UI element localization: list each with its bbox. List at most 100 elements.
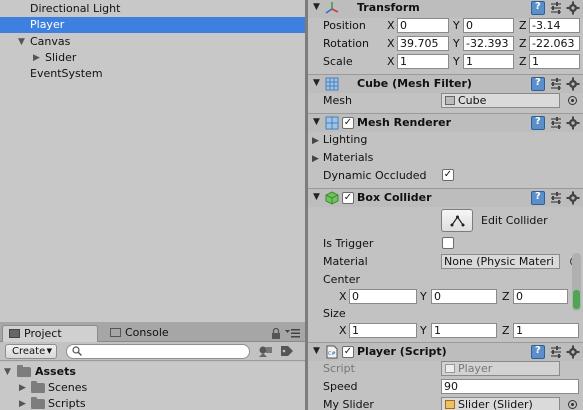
preset-sliders-icon[interactable] — [549, 191, 563, 205]
tab-project[interactable]: Project — [2, 325, 98, 342]
component-title: Transform — [357, 1, 420, 14]
materials-foldout[interactable]: ▶ Materials — [312, 151, 373, 164]
rotation-x-field[interactable]: 39.705 — [397, 36, 449, 51]
fold-arrow-icon[interactable]: ▼ — [313, 117, 320, 127]
size-y-field[interactable]: 1 — [431, 323, 497, 338]
axis-x-label: X — [339, 290, 347, 303]
help-book-icon[interactable] — [531, 116, 545, 130]
help-book-icon[interactable] — [531, 77, 545, 91]
material-object-field[interactable]: None (Physic Materi — [441, 254, 560, 269]
folder-tab-icon — [9, 329, 20, 338]
search-by-type-icon[interactable] — [257, 343, 273, 359]
player-script-header[interactable]: ▼ C# ✓ Player (Script) — [308, 342, 583, 361]
gear-icon[interactable] — [566, 1, 580, 15]
hierarchy-item-eventsystem[interactable]: EventSystem — [0, 66, 305, 82]
center-x-field[interactable]: 0 — [349, 289, 417, 304]
search-by-label-icon[interactable] — [279, 343, 295, 359]
my-slider-object-field[interactable]: Slider (Slider) — [441, 397, 560, 410]
mesh-renderer-icon — [325, 116, 339, 130]
collapse-arrow-icon: ▶ — [312, 154, 319, 164]
folder-assets[interactable]: ▼ Assets — [0, 364, 305, 380]
position-z-field[interactable]: -3.14 — [529, 18, 580, 33]
folder-scripts[interactable]: ▶ Scripts — [0, 396, 305, 410]
help-book-icon[interactable] — [531, 1, 545, 15]
project-tab-bar: Project Console — [0, 322, 305, 342]
dropdown-arrow-icon: ▼ — [46, 347, 52, 355]
mesh-filter-header[interactable]: ▼ Cube (Mesh Filter) — [308, 74, 583, 93]
mesh-grid-icon — [325, 77, 339, 91]
fold-arrow-icon[interactable]: ▼ — [313, 78, 320, 88]
hierarchy-item-directional-light[interactable]: Directional Light — [0, 1, 305, 17]
folder-icon — [31, 381, 45, 393]
speed-field[interactable]: 90 — [441, 379, 579, 394]
gear-icon[interactable] — [566, 191, 580, 205]
center-z-field[interactable]: 0 — [513, 289, 568, 304]
hierarchy-panel: Directional Light Player ▼ Canvas ▶ Slid… — [0, 0, 305, 322]
hierarchy-item-label: Player — [30, 18, 65, 31]
scale-label: Scale — [323, 55, 353, 68]
svg-text:C#: C# — [328, 351, 336, 357]
gear-icon[interactable] — [566, 116, 580, 130]
size-x-field[interactable]: 1 — [349, 323, 417, 338]
dynamic-occluded-checkbox[interactable]: ✓ — [442, 169, 454, 181]
object-picker-icon[interactable] — [568, 400, 577, 409]
edit-collider-button[interactable] — [441, 209, 473, 232]
script-file-icon — [445, 364, 455, 373]
hierarchy-item-label: Canvas — [30, 35, 71, 48]
hierarchy-item-canvas[interactable]: ▼ Canvas — [0, 34, 305, 50]
hierarchy-item-player[interactable]: Player — [0, 17, 305, 33]
expand-arrow-icon[interactable]: ▼ — [18, 34, 25, 50]
hierarchy-item-label: Directional Light — [30, 2, 121, 15]
expand-arrow-icon[interactable]: ▼ — [4, 364, 11, 380]
axis-y-label: Y — [453, 37, 460, 50]
component-enabled-checkbox[interactable]: ✓ — [342, 192, 354, 204]
folder-scenes[interactable]: ▶ Scenes — [0, 380, 305, 396]
collapse-arrow-icon[interactable]: ▶ — [33, 50, 40, 66]
preset-sliders-icon[interactable] — [549, 77, 563, 91]
axis-x-label: X — [387, 19, 395, 32]
pane-menu-icon[interactable] — [285, 329, 300, 338]
transform-header[interactable]: ▼ Transform — [308, 0, 583, 18]
axis-z-label: Z — [502, 290, 510, 303]
component-enabled-checkbox[interactable]: ✓ — [342, 117, 354, 129]
lighting-foldout[interactable]: ▶ Lighting — [312, 133, 367, 146]
axis-z-label: Z — [519, 37, 527, 50]
gear-icon[interactable] — [566, 77, 580, 91]
help-book-icon[interactable] — [531, 191, 545, 205]
preset-sliders-icon[interactable] — [549, 345, 563, 359]
preset-sliders-icon[interactable] — [549, 1, 563, 15]
axis-z-label: Z — [519, 55, 527, 68]
collapse-arrow-icon[interactable]: ▶ — [19, 396, 26, 410]
box-collider-header[interactable]: ▼ ✓ Box Collider — [308, 188, 583, 207]
hierarchy-item-label: Slider — [45, 51, 77, 64]
center-y-field[interactable]: 0 — [431, 289, 497, 304]
mesh-renderer-header[interactable]: ▼ ✓ Mesh Renderer — [308, 113, 583, 132]
create-button[interactable]: Create ▼ — [5, 344, 57, 359]
search-input[interactable] — [66, 344, 250, 359]
my-slider-label: My Slider — [323, 398, 374, 410]
lock-icon[interactable] — [271, 328, 281, 339]
rotation-y-field[interactable]: -32.393 — [463, 36, 514, 51]
fold-arrow-icon[interactable]: ▼ — [313, 346, 320, 356]
scale-z-field[interactable]: 1 — [529, 54, 580, 69]
scale-y-field[interactable]: 1 — [463, 54, 514, 69]
fold-arrow-icon[interactable]: ▼ — [313, 2, 320, 12]
collapse-arrow-icon[interactable]: ▶ — [19, 380, 26, 396]
mesh-object-field[interactable]: Cube — [441, 93, 560, 108]
preset-sliders-icon[interactable] — [549, 116, 563, 130]
object-picker-icon[interactable] — [568, 96, 577, 105]
inspector-scrollbar-thumb[interactable] — [573, 290, 580, 309]
hierarchy-item-slider[interactable]: ▶ Slider — [0, 50, 305, 66]
scale-x-field[interactable]: 1 — [397, 54, 449, 69]
position-y-field[interactable]: 0 — [463, 18, 514, 33]
fold-arrow-icon[interactable]: ▼ — [313, 192, 320, 202]
project-folder-tree: ▼ Assets ▶ Scenes ▶ Scripts — [0, 362, 305, 410]
is-trigger-checkbox[interactable] — [442, 237, 454, 249]
help-book-icon[interactable] — [531, 345, 545, 359]
tab-console[interactable]: Console — [104, 325, 184, 342]
size-z-field[interactable]: 1 — [513, 323, 579, 338]
position-x-field[interactable]: 0 — [397, 18, 449, 33]
gear-icon[interactable] — [566, 345, 580, 359]
rotation-z-field[interactable]: -22.063 — [529, 36, 580, 51]
component-enabled-checkbox[interactable]: ✓ — [342, 346, 354, 358]
